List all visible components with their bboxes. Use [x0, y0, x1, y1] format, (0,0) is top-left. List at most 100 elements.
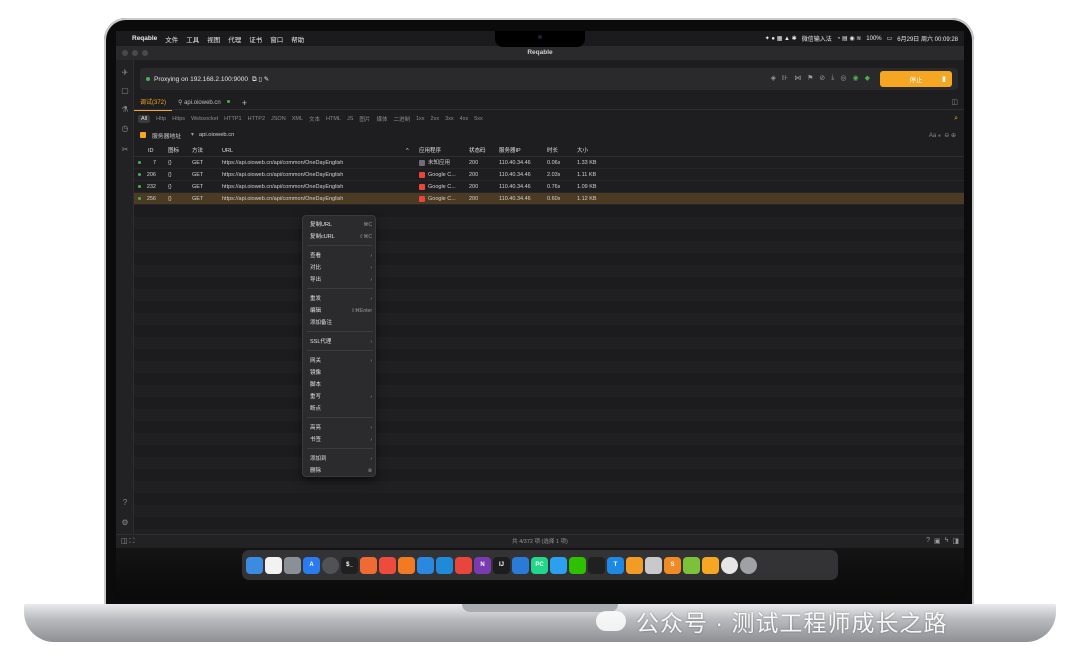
chrome-icon[interactable] [455, 556, 472, 574]
col-size[interactable]: 大小 [577, 145, 588, 157]
status-icons[interactable]: ✦ ● ▦ ▲ ✱ [765, 35, 797, 42]
qq-penguin-icon[interactable] [588, 556, 605, 574]
menu-export[interactable]: 导出 › [310, 275, 372, 285]
onenote-icon[interactable]: N [474, 556, 491, 574]
menu-gateway[interactable]: 网关 › [310, 356, 372, 366]
layout-icon[interactable]: ◫ [951, 98, 958, 106]
menu-view[interactable]: 视图 [207, 34, 220, 44]
shield-icon[interactable]: ◆ [865, 74, 870, 82]
filter-chip[interactable]: 3xx [445, 116, 454, 122]
filter-chip[interactable]: 4xx [460, 116, 469, 122]
filter-chip[interactable]: HTTP2 [248, 116, 265, 122]
mirror-icon[interactable]: ◎ [840, 74, 846, 82]
tools-icon[interactable]: ✂ [120, 145, 130, 155]
table-row[interactable]: 256 {} GET https://api.oioweb.cn/api/common… [134, 193, 964, 205]
edge-icon[interactable] [436, 556, 453, 574]
domain-filter-input[interactable]: api.oioweb.cn [199, 132, 234, 138]
menu-highlight[interactable]: 高亮 › [310, 423, 372, 433]
network-icon[interactable]: ◉ [853, 74, 859, 82]
teapot-icon[interactable] [645, 556, 662, 574]
case-sensitive-toggle[interactable]: Aa [929, 133, 936, 139]
launchpad-icon[interactable] [284, 556, 301, 574]
menu-mirror[interactable]: 镜像 [310, 368, 372, 378]
finder-icon[interactable] [246, 556, 263, 574]
panel-icon[interactable]: ◨ [952, 537, 959, 545]
menu-edit[interactable]: 编辑 ⇧⌘Enter [310, 306, 372, 316]
menu-help[interactable]: 帮助 [291, 34, 304, 44]
vscode-icon[interactable] [512, 556, 529, 574]
filter-chip[interactable]: 文本 [309, 115, 320, 123]
box-icon[interactable]: ▢ [120, 86, 130, 96]
sublime-icon[interactable]: S [664, 556, 681, 574]
filter-chip[interactable]: HTTP1 [224, 116, 241, 122]
col-duration[interactable]: 时长 [547, 145, 558, 157]
breakpoint-icon[interactable]: ⚑ [807, 74, 813, 82]
api-icon[interactable]: ⚗ [120, 105, 130, 115]
menu-ssl-proxy[interactable]: SSL代理 › [310, 337, 372, 347]
menu-rewrite[interactable]: 重写 › [310, 392, 372, 402]
sort-icon[interactable]: ^ [406, 145, 409, 157]
filter-icon[interactable]: ⊪ [782, 74, 788, 82]
help-icon[interactable]: ? [926, 537, 930, 545]
filter-chip[interactable]: JS [347, 116, 353, 122]
trash-icon[interactable] [740, 556, 757, 574]
col-status[interactable]: 状态码 [469, 145, 486, 157]
col-id[interactable]: ID [148, 145, 154, 157]
menu-breakpoint[interactable]: 断点 [310, 404, 372, 414]
menu-add-note[interactable]: 添加备注 [310, 318, 372, 328]
table-row[interactable]: 206 {} GET https://api.oioweb.cn/api/common… [134, 169, 964, 181]
col-icon[interactable]: 图标 [168, 145, 179, 157]
tab-domain[interactable]: ⚲ api.oioweb.cn [172, 96, 236, 110]
console-icon[interactable]: ▣ [934, 537, 941, 545]
menu-copy-curl[interactable]: 复制cURL ⇧⌘C [310, 232, 372, 242]
appstore-icon[interactable]: A [303, 556, 320, 574]
copy-icon[interactable]: ⧉ ▯ ✎ [252, 75, 269, 84]
table-row[interactable]: 232 {} GET https://api.oioweb.cn/api/common… [134, 181, 964, 193]
filter-chip[interactable]: Websocket [191, 116, 218, 122]
menu-delete[interactable]: 删除 ⊗ [310, 466, 372, 476]
filter-chip[interactable]: JSON [271, 116, 286, 122]
add-tab-button[interactable]: + [242, 98, 247, 108]
terminal-icon[interactable]: $_ [341, 556, 358, 574]
notes-icon[interactable] [683, 556, 700, 574]
filter-chip[interactable]: 1xx [416, 116, 425, 122]
stop-proxy-button[interactable]: 停止 ▮ [880, 71, 952, 87]
filter-chip[interactable]: All [138, 115, 151, 123]
menubar-clock[interactable]: 6月29日 周六 00:09:28 [897, 34, 958, 43]
filter-chip[interactable]: Https [172, 116, 185, 122]
search-icon[interactable]: ⌕ [954, 115, 958, 123]
ime-indicator[interactable]: 微信输入法 [802, 34, 832, 43]
download-icon[interactable]: ⤓ [831, 74, 834, 82]
col-url[interactable]: URL [222, 145, 233, 157]
col-app[interactable]: 应用程序 [419, 145, 441, 157]
menu-file[interactable]: 文件 [165, 34, 178, 44]
menu-add-to[interactable]: 添加到 › [310, 454, 372, 464]
menu-replay[interactable]: 重发 › [310, 294, 372, 304]
filter-chip[interactable]: 5xx [474, 116, 483, 122]
filter-chip[interactable]: Http [156, 116, 166, 122]
certificate-icon[interactable]: ◈ [771, 74, 776, 82]
reminders-icon[interactable] [265, 556, 282, 574]
close-window-button[interactable] [122, 50, 128, 56]
pencil-icon[interactable] [379, 556, 396, 574]
qq-icon[interactable] [550, 556, 567, 574]
help-icon[interactable]: ? [120, 498, 130, 508]
safari-icon[interactable] [417, 556, 434, 574]
pycharm-icon[interactable]: PC [531, 556, 548, 574]
intellij-icon[interactable]: IJ [493, 556, 510, 574]
minimize-window-button[interactable] [132, 50, 138, 56]
script-icon[interactable]: ⋈ [794, 74, 801, 82]
clear-icon[interactable]: ⊘ [819, 74, 825, 82]
menu-copy-url[interactable]: 复制URL ⌘C [310, 220, 372, 230]
settings-gear-icon[interactable]: ⚙ [120, 518, 130, 528]
wechat-icon[interactable] [569, 556, 586, 574]
filter-chip[interactable]: HTML [326, 116, 341, 122]
col-method[interactable]: 方法 [192, 145, 203, 157]
menu-compare[interactable]: 对比 › [310, 263, 372, 273]
menu-window[interactable]: 窗口 [270, 34, 283, 44]
table-row[interactable]: 7 {} GET https://api.oioweb.cn/api/common/O… [134, 157, 964, 169]
menu-bookmark[interactable]: 书签 › [310, 435, 372, 445]
bolt-icon[interactable]: ϟ [945, 537, 949, 545]
rocket-icon[interactable]: ✈ [120, 68, 130, 78]
menu-certificate[interactable]: 证书 [249, 34, 262, 44]
